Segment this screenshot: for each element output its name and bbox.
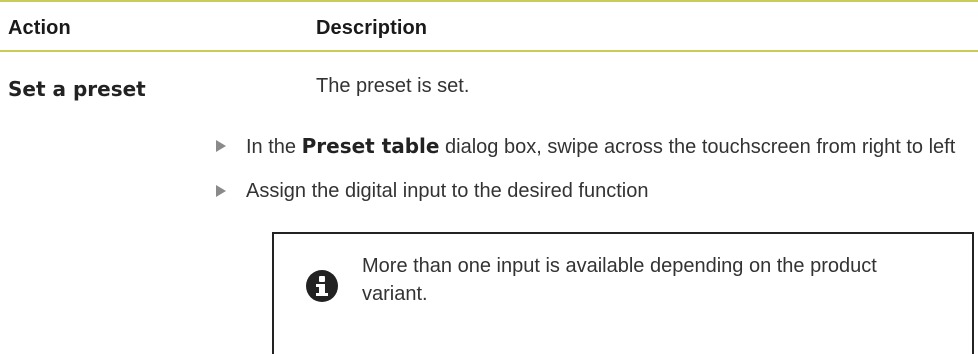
step-item: Assign the digital input to the desired … — [208, 177, 968, 205]
description-text: The preset is set. — [316, 75, 470, 97]
document-page: Action Description Set a preset The pres… — [0, 0, 978, 354]
action-set-preset: Set a preset — [8, 77, 146, 101]
header-description: Description — [316, 17, 428, 39]
step-list: In the Preset table dialog box, swipe ac… — [208, 132, 968, 205]
arrow-right-icon — [216, 140, 226, 152]
arrow-right-icon — [216, 185, 226, 197]
header-action: Action — [8, 17, 71, 39]
note-text: More than one input is available dependi… — [362, 255, 877, 305]
step-text: Assign the digital input to the desired … — [246, 180, 649, 202]
ui-element-preset-table: Preset table — [301, 134, 440, 158]
step-text-before: In the — [246, 136, 302, 158]
info-icon — [306, 270, 338, 302]
info-note-box: More than one input is available dependi… — [272, 232, 974, 354]
table-header-row: Action Description — [0, 0, 978, 52]
step-text-after: dialog box, swipe across the touchscreen… — [439, 136, 956, 158]
step-item: In the Preset table dialog box, swipe ac… — [208, 132, 968, 161]
